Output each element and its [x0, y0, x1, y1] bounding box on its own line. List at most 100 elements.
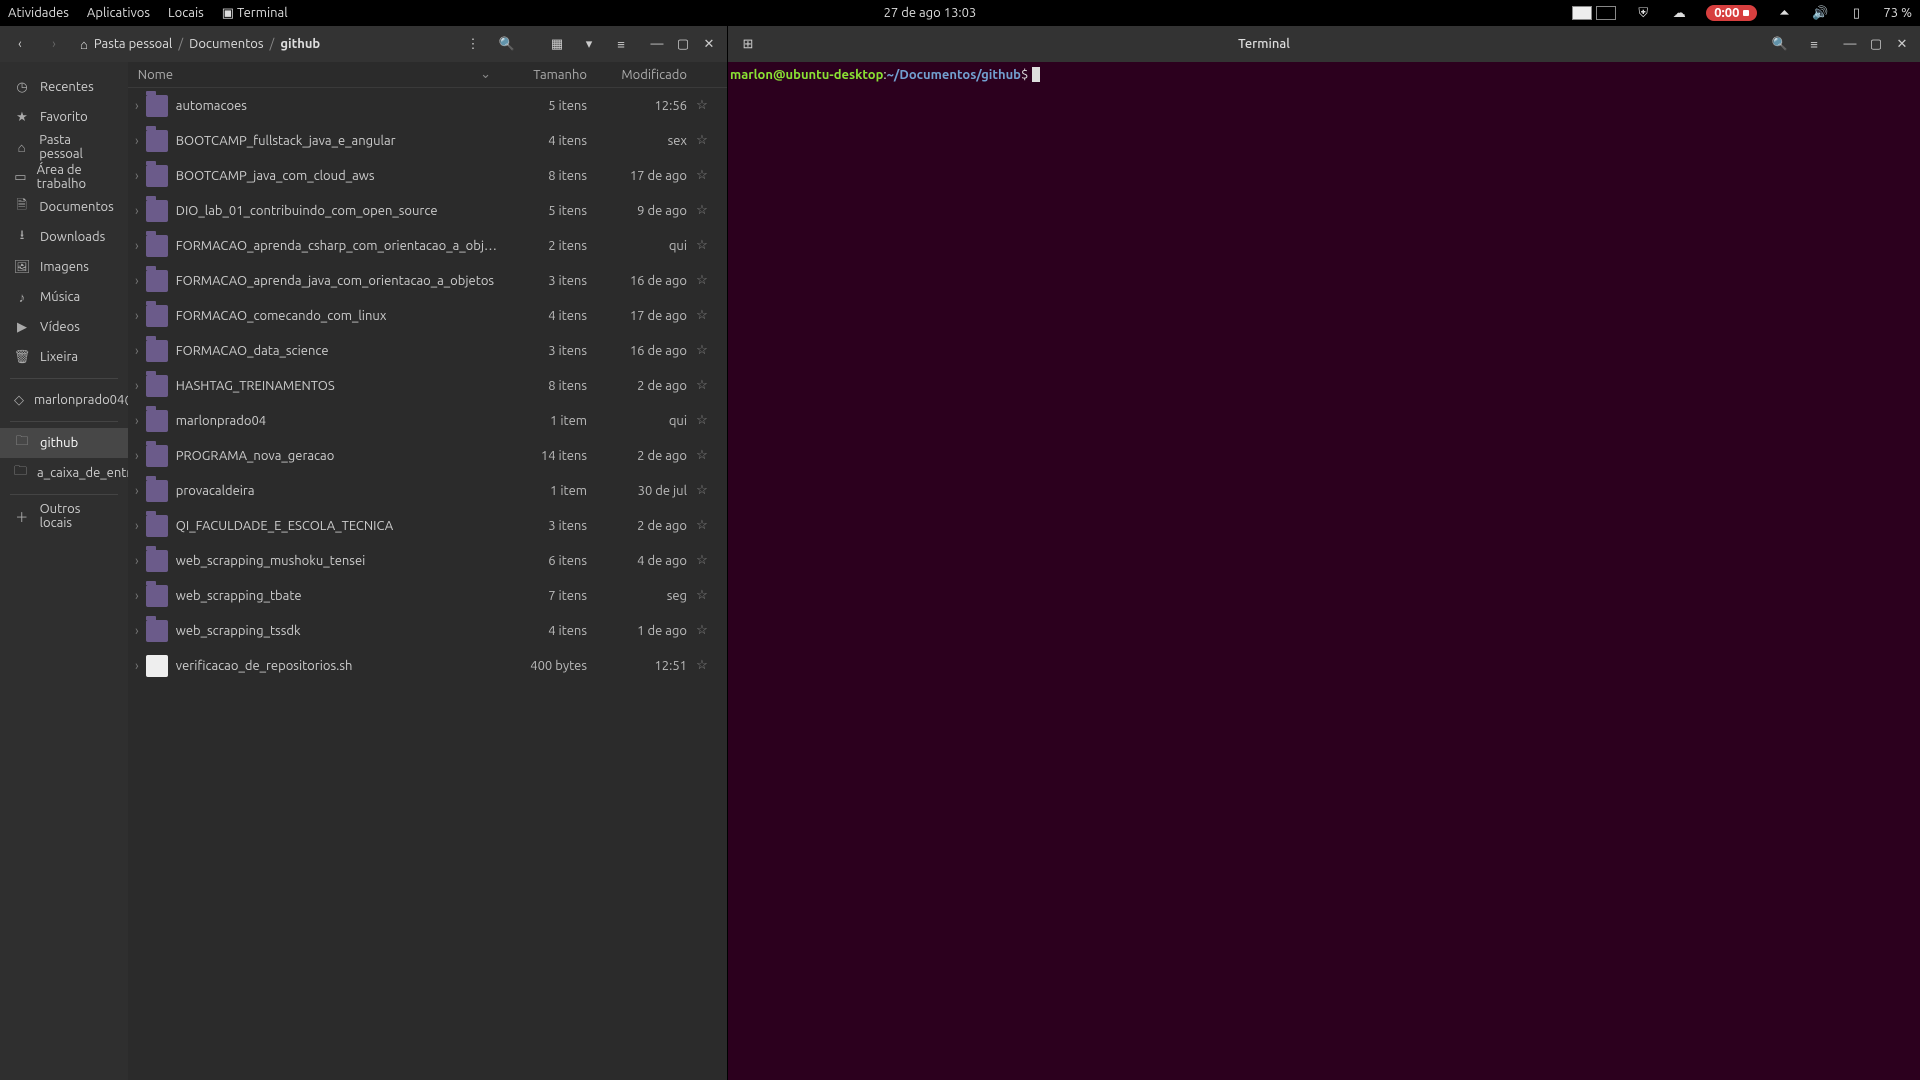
row-star-button[interactable]: ☆: [687, 413, 717, 428]
list-row[interactable]: ›marlonprado041 itemqui☆: [128, 403, 727, 438]
weather-icon[interactable]: ☁: [1670, 4, 1688, 22]
expand-toggle[interactable]: ›: [128, 484, 146, 498]
list-row[interactable]: ›BOOTCAMP_fullstack_java_e_angular4 iten…: [128, 123, 727, 158]
expand-toggle[interactable]: ›: [128, 344, 146, 358]
battery-icon[interactable]: ▯: [1847, 4, 1865, 22]
sidebar-item[interactable]: ▶Vídeos: [0, 312, 128, 342]
list-row[interactable]: ›web_scrapping_tssdk4 itens1 de ago☆: [128, 613, 727, 648]
sidebar-item[interactable]: ⭳Downloads: [0, 222, 128, 252]
list-row[interactable]: ›automacoes5 itens12:56☆: [128, 88, 727, 123]
shield-icon[interactable]: ⛨: [1634, 4, 1652, 22]
breadcrumb[interactable]: ⌂ Pasta pessoal / Documentos / github: [74, 37, 453, 52]
breadcrumb-seg-home[interactable]: Pasta pessoal: [94, 37, 172, 51]
list-row[interactable]: ›web_scrapping_mushoku_tensei6 itens4 de…: [128, 543, 727, 578]
row-star-button[interactable]: ☆: [687, 273, 717, 288]
applications-menu[interactable]: Aplicativos: [87, 6, 150, 20]
search-button[interactable]: 🔍: [493, 30, 521, 58]
sidebar-item[interactable]: ◇marlonprado04@gmail.com: [0, 385, 128, 415]
sidebar-item[interactable]: ＋Outros locais: [0, 501, 128, 531]
breadcrumb-seg-github[interactable]: github: [280, 37, 320, 51]
activities-button[interactable]: Atividades: [8, 6, 69, 20]
expand-toggle[interactable]: ›: [128, 554, 146, 568]
expand-toggle[interactable]: ›: [128, 309, 146, 323]
expand-toggle[interactable]: ›: [128, 589, 146, 603]
do-not-disturb-indicator[interactable]: 0:00: [1706, 5, 1757, 21]
window-minimize-button[interactable]: —: [1838, 32, 1862, 56]
row-star-button[interactable]: ☆: [687, 588, 717, 603]
sidebar-item[interactable]: 🗑Lixeira: [0, 342, 128, 372]
sidebar-item[interactable]: 🗀github: [0, 428, 128, 458]
row-star-button[interactable]: ☆: [687, 623, 717, 638]
list-row[interactable]: ›FORMACAO_aprenda_java_com_orientacao_a_…: [128, 263, 727, 298]
col-header-name[interactable]: Nome: [128, 68, 480, 82]
expand-toggle[interactable]: ›: [128, 239, 146, 253]
keyboard-layout-indicator[interactable]: [1572, 6, 1616, 20]
row-star-button[interactable]: ☆: [687, 483, 717, 498]
focused-app[interactable]: ▣ Terminal: [222, 6, 288, 21]
view-dropdown[interactable]: ▾: [577, 32, 601, 56]
row-star-button[interactable]: ☆: [687, 238, 717, 253]
list-row[interactable]: ›BOOTCAMP_java_com_cloud_aws8 itens17 de…: [128, 158, 727, 193]
row-star-button[interactable]: ☆: [687, 308, 717, 323]
row-star-button[interactable]: ☆: [687, 658, 717, 673]
list-row[interactable]: ›QI_FACULDADE_E_ESCOLA_TECNICA3 itens2 d…: [128, 508, 727, 543]
nav-forward-button[interactable]: ›: [40, 30, 68, 58]
sidebar-item[interactable]: 🗎Documentos: [0, 192, 128, 222]
row-star-button[interactable]: ☆: [687, 448, 717, 463]
wifi-icon[interactable]: ⏶: [1775, 4, 1793, 22]
expand-toggle[interactable]: ›: [128, 519, 146, 533]
expand-toggle[interactable]: ›: [128, 624, 146, 638]
expand-toggle[interactable]: ›: [128, 659, 146, 673]
expand-toggle[interactable]: ›: [128, 274, 146, 288]
expand-toggle[interactable]: ›: [128, 99, 146, 113]
row-star-button[interactable]: ☆: [687, 133, 717, 148]
breadcrumb-seg-documentos[interactable]: Documentos: [189, 37, 263, 51]
row-star-button[interactable]: ☆: [687, 203, 717, 218]
row-star-button[interactable]: ☆: [687, 553, 717, 568]
view-grid-button[interactable]: ▦: [543, 30, 571, 58]
row-star-button[interactable]: ☆: [687, 98, 717, 113]
terminal-body[interactable]: marlon@ubuntu-desktop:~/Documentos/githu…: [728, 62, 1920, 1080]
expand-toggle[interactable]: ›: [128, 414, 146, 428]
list-row[interactable]: ›provacaldeira1 item30 de jul☆: [128, 473, 727, 508]
sidebar-item[interactable]: ★Favorito: [0, 102, 128, 132]
window-maximize-button[interactable]: ▢: [1864, 32, 1888, 56]
volume-icon[interactable]: 🔊: [1811, 4, 1829, 22]
expand-toggle[interactable]: ›: [128, 379, 146, 393]
list-row[interactable]: ›FORMACAO_aprenda_csharp_com_orientacao_…: [128, 228, 727, 263]
row-star-button[interactable]: ☆: [687, 518, 717, 533]
terminal-search-button[interactable]: 🔍: [1766, 30, 1794, 58]
window-close-button[interactable]: ✕: [697, 32, 721, 56]
hamburger-menu[interactable]: ≡: [607, 30, 635, 58]
row-star-button[interactable]: ☆: [687, 343, 717, 358]
list-row[interactable]: ›verificacao_de_repositorios.sh400 bytes…: [128, 648, 727, 683]
clock[interactable]: 27 de ago 13:03: [884, 6, 977, 20]
expand-toggle[interactable]: ›: [128, 134, 146, 148]
sidebar-item[interactable]: 🖼Imagens: [0, 252, 128, 282]
sidebar-item[interactable]: ⌂Pasta pessoal: [0, 132, 128, 162]
nav-back-button[interactable]: ‹: [6, 30, 34, 58]
terminal-menu-button[interactable]: ≡: [1800, 30, 1828, 58]
list-row[interactable]: ›HASHTAG_TREINAMENTOS8 itens2 de ago☆: [128, 368, 727, 403]
list-row[interactable]: ›web_scrapping_tbate7 itensseg☆: [128, 578, 727, 613]
list-row[interactable]: ›PROGRAMA_nova_geracao14 itens2 de ago☆: [128, 438, 727, 473]
row-star-button[interactable]: ☆: [687, 378, 717, 393]
window-minimize-button[interactable]: —: [645, 32, 669, 56]
row-star-button[interactable]: ☆: [687, 168, 717, 183]
sidebar-item[interactable]: ▭Área de trabalho: [0, 162, 128, 192]
path-menu-button[interactable]: ⋮: [459, 30, 487, 58]
expand-toggle[interactable]: ›: [128, 169, 146, 183]
expand-toggle[interactable]: ›: [128, 204, 146, 218]
window-close-button[interactable]: ✕: [1890, 32, 1914, 56]
list-row[interactable]: ›FORMACAO_data_science3 itens16 de ago☆: [128, 333, 727, 368]
sidebar-item[interactable]: ◷Recentes: [0, 72, 128, 102]
list-row[interactable]: ›DIO_lab_01_contribuindo_com_open_source…: [128, 193, 727, 228]
sidebar-item[interactable]: 🗀a_caixa_de_entrada: [0, 458, 128, 488]
col-header-modified[interactable]: Modificado: [587, 68, 687, 82]
list-row[interactable]: ›FORMACAO_comecando_com_linux4 itens17 d…: [128, 298, 727, 333]
new-tab-button[interactable]: ⊞: [734, 30, 762, 58]
expand-toggle[interactable]: ›: [128, 449, 146, 463]
sidebar-item[interactable]: ♪Música: [0, 282, 128, 312]
places-menu[interactable]: Locais: [168, 6, 204, 20]
col-header-size[interactable]: Tamanho: [497, 68, 587, 82]
